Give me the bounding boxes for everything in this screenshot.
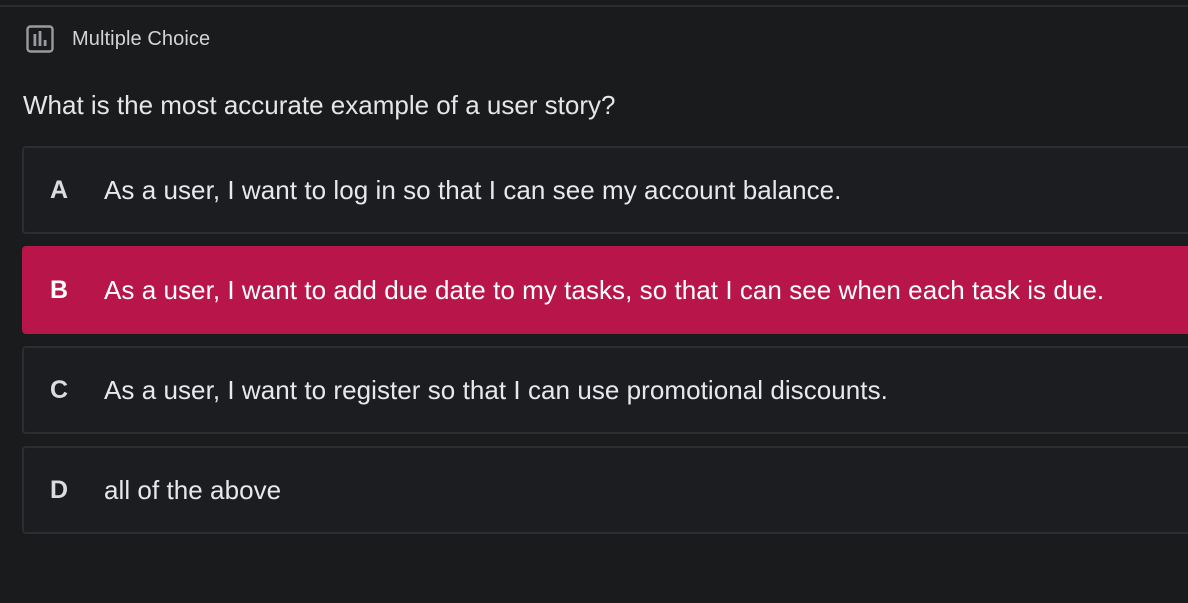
option-text: As a user, I want to add due date to my … — [104, 274, 1105, 305]
option-letter: B — [50, 275, 69, 304]
option-text: As a user, I want to register so that I … — [104, 374, 888, 405]
option-c[interactable]: C As a user, I want to register so that … — [22, 346, 1188, 434]
poll-chart-icon — [26, 25, 54, 53]
answer-options: A As a user, I want to log in so that I … — [22, 146, 1188, 546]
option-letter: A — [50, 175, 69, 204]
question-type-label: Multiple Choice — [72, 27, 211, 50]
option-letter: D — [50, 475, 69, 504]
option-text: As a user, I want to log in so that I ca… — [104, 174, 842, 205]
option-text: all of the above — [104, 474, 282, 505]
question-text: What is the most accurate example of a u… — [23, 90, 616, 120]
top-divider — [0, 5, 1188, 7]
question-type-header: Multiple Choice — [26, 25, 210, 53]
option-b[interactable]: B As a user, I want to add due date to m… — [22, 246, 1188, 334]
option-letter: C — [50, 375, 69, 404]
option-d[interactable]: D all of the above — [22, 446, 1188, 534]
option-a[interactable]: A As a user, I want to log in so that I … — [22, 146, 1188, 234]
